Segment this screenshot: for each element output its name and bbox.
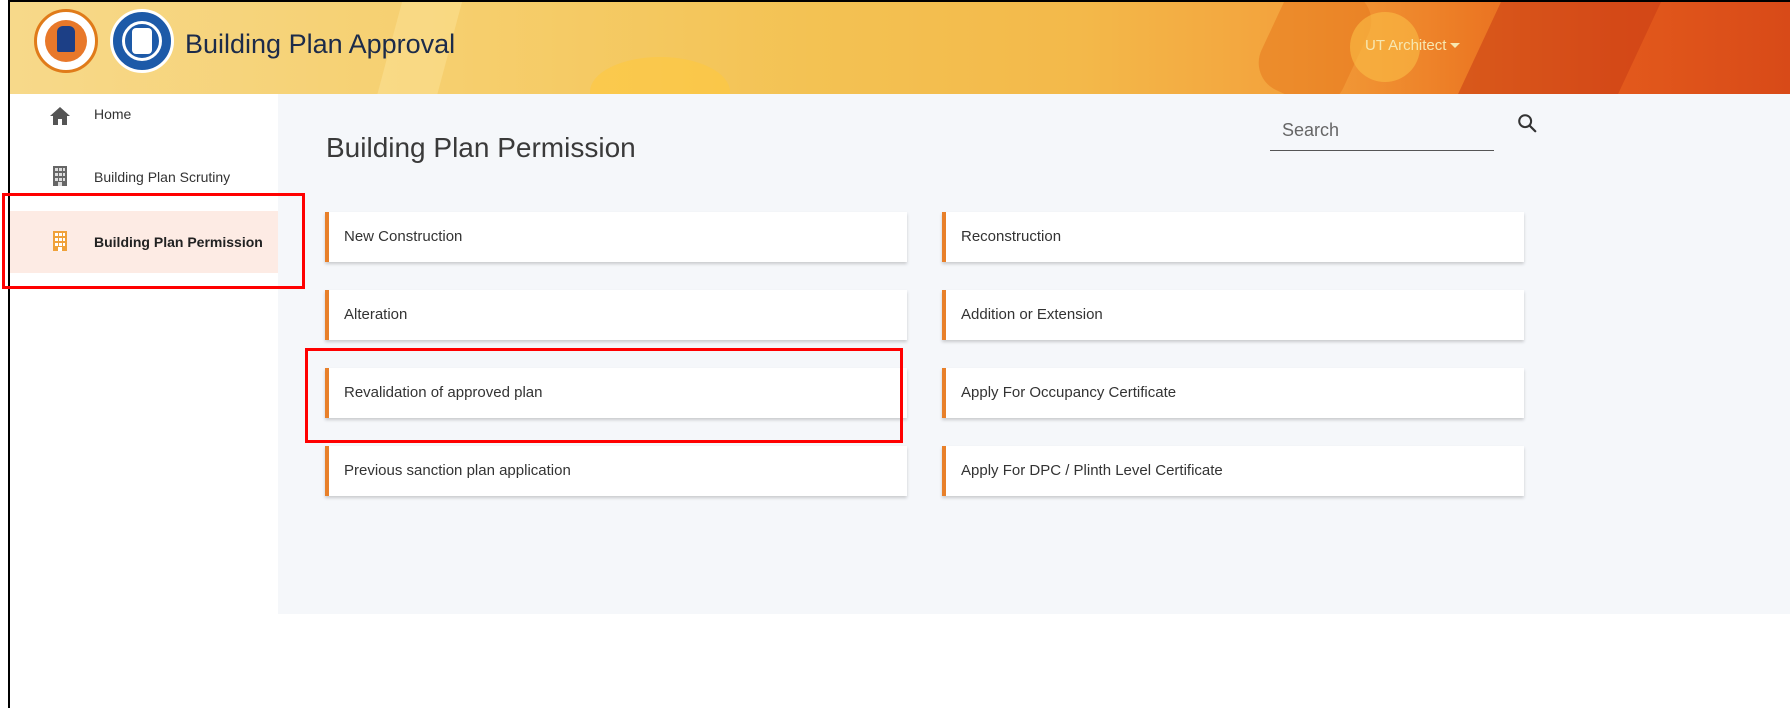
home-icon: [50, 107, 70, 125]
option-card-new-construction[interactable]: New Construction: [325, 212, 907, 262]
municipal-corporation-logo: [110, 9, 174, 73]
building-icon: [53, 166, 67, 186]
option-label: Addition or Extension: [961, 306, 1103, 323]
option-card-dpc-plinth-certificate[interactable]: Apply For DPC / Plinth Level Certificate: [942, 446, 1524, 496]
search-input[interactable]: [1270, 114, 1482, 141]
sidebar-item-label: Building Plan Scrutiny: [94, 169, 231, 185]
user-name: UT Architect: [1365, 37, 1447, 54]
option-card-revalidation[interactable]: Revalidation of approved plan: [325, 368, 907, 418]
option-label: New Construction: [344, 228, 463, 245]
option-card-addition-or-extension[interactable]: Addition or Extension: [942, 290, 1524, 340]
app-header: Building Plan Approval UT Architect: [10, 2, 1790, 94]
page-title: Building Plan Permission: [326, 132, 636, 163]
building-icon: [53, 231, 67, 251]
option-label: Revalidation of approved plan: [344, 384, 543, 401]
sidebar-item-label: Building Plan Permission: [94, 234, 263, 250]
option-card-reconstruction[interactable]: Reconstruction: [942, 212, 1524, 262]
sidebar-item-building-plan-scrutiny[interactable]: Building Plan Scrutiny: [10, 154, 278, 202]
search-icon[interactable]: [1516, 112, 1538, 134]
option-card-alteration[interactable]: Alteration: [325, 290, 907, 340]
header-decoration: [590, 57, 730, 94]
option-label: Reconstruction: [961, 228, 1062, 245]
sidebar: Home Building Plan Scrutiny Building Pla…: [10, 94, 278, 708]
sidebar-item-label: Home: [94, 106, 132, 122]
chandigarh-administration-logo: [34, 9, 98, 73]
sidebar-item-building-plan-permission[interactable]: Building Plan Permission: [10, 211, 278, 273]
caret-down-icon: [1450, 43, 1461, 48]
sidebar-item-home[interactable]: Home: [10, 94, 278, 142]
app-frame: Building Plan Approval UT Architect Home…: [8, 0, 1790, 708]
search-box: [1270, 114, 1494, 151]
app-title: Building Plan Approval: [185, 29, 456, 59]
option-card-previous-sanction[interactable]: Previous sanction plan application: [325, 446, 907, 496]
main-content: Building Plan Permission New Constructio…: [278, 94, 1790, 614]
user-menu[interactable]: UT Architect: [1365, 37, 1461, 54]
header-decoration: [1454, 2, 1666, 94]
option-card-occupancy-certificate[interactable]: Apply For Occupancy Certificate: [942, 368, 1524, 418]
option-label: Apply For DPC / Plinth Level Certificate: [961, 462, 1223, 479]
option-label: Alteration: [344, 306, 408, 323]
option-label: Previous sanction plan application: [344, 462, 571, 479]
option-label: Apply For Occupancy Certificate: [961, 384, 1177, 401]
